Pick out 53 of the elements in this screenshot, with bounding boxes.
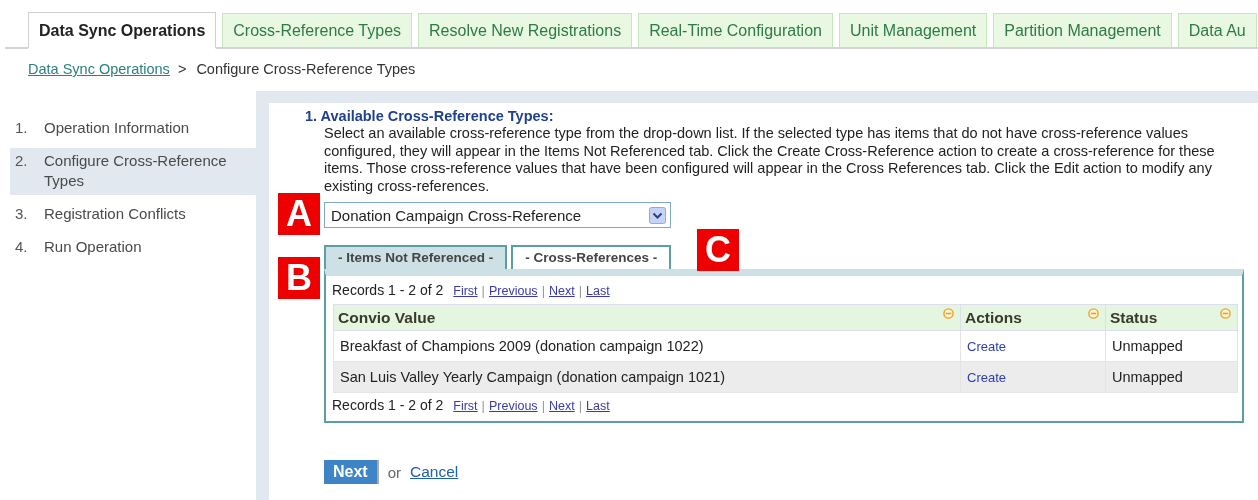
create-link[interactable]: Create <box>967 370 1007 385</box>
content-tab[interactable]: - Items Not Referenced - <box>324 245 508 269</box>
pager-link[interactable]: First <box>453 284 478 298</box>
nav-tab[interactable]: Data Au <box>1177 13 1257 47</box>
callout-label: C <box>697 229 739 271</box>
step-item[interactable]: 2. Configure Cross-Reference Types <box>10 148 256 195</box>
step-item[interactable]: 3. Registration Conflicts <box>10 201 256 228</box>
nav-tab[interactable]: Partition Management <box>993 13 1172 47</box>
section-heading: 1. Available Cross-Reference Types: <box>305 107 555 125</box>
column-header: Status <box>1105 304 1238 331</box>
create-link[interactable]: Create <box>967 339 1007 354</box>
column-header: Actions <box>960 304 1106 331</box>
link-separator: | <box>578 283 583 298</box>
nav-tab[interactable]: Real-Time Configuration <box>638 13 833 47</box>
table-cell: Unmapped <box>1105 330 1238 362</box>
link-separator: | <box>578 398 583 413</box>
records-summary: Records 1 - 2 of 2 <box>332 282 444 298</box>
pager-link[interactable]: Previous <box>489 399 538 413</box>
collapse-icon[interactable] <box>1220 308 1231 319</box>
pager-link[interactable]: Previous <box>489 284 538 298</box>
table-cell: Breakfast of Champions 2009 (donation campaign 1022) <box>333 330 961 362</box>
section-description: Select an available cross-reference type from the drop-down list. If the selected type has items that do not have cross-reference values configured, they will appear in the Items Not Referenced tab. Click the Create Cross-Reference action to create a cross-reference for these items. Those cross-reference values that have been configured will appear in the Cross References tab. Click the Edit action to modify any existing cross-references. <box>324 125 1216 195</box>
column-header: Convio Value <box>333 304 961 331</box>
link-separator: | <box>481 398 485 413</box>
nav-tab[interactable]: Resolve New Registrations <box>418 13 633 47</box>
table-cell: Unmapped <box>1105 361 1238 393</box>
step-item[interactable]: 1. Operation Information <box>10 115 256 142</box>
pager-link[interactable]: Last <box>586 284 610 298</box>
cancel-link[interactable]: Cancel <box>410 463 459 481</box>
nav-tab[interactable]: Cross-Reference Types <box>222 13 413 47</box>
link-separator: | <box>541 283 545 298</box>
next-button[interactable]: Next <box>324 460 379 484</box>
breadcrumb-link[interactable]: Data Sync Operations <box>28 61 170 77</box>
nav-tab[interactable]: Data Sync Operations <box>28 12 217 49</box>
pager-link[interactable]: First <box>453 399 478 413</box>
link-separator: | <box>481 283 485 298</box>
breadcrumb-separator: > <box>177 61 187 77</box>
callout-label: B <box>278 257 320 299</box>
records-summary: Records 1 - 2 of 2 <box>332 397 444 413</box>
content-tab[interactable]: - Cross-References - <box>511 245 672 269</box>
pager-link[interactable]: Last <box>586 399 610 413</box>
link-separator: | <box>541 398 545 413</box>
collapse-icon[interactable] <box>1088 308 1099 319</box>
breadcrumb-current: Configure Cross-Reference Types <box>196 61 416 77</box>
table-cell: San Luis Valley Yearly Campaign (donation campaign 1021) <box>333 361 961 393</box>
dropdown-field[interactable]: Donation Campaign Cross-Reference <box>324 202 671 228</box>
collapse-icon[interactable] <box>943 308 954 319</box>
callout-label: A <box>278 193 320 235</box>
pager-link[interactable]: Next <box>549 284 575 298</box>
step-item[interactable]: 4. Run Operation <box>10 234 256 261</box>
or-text: or <box>387 463 402 481</box>
pager-link[interactable]: Next <box>549 399 575 413</box>
nav-tab[interactable]: Unit Management <box>838 13 988 47</box>
